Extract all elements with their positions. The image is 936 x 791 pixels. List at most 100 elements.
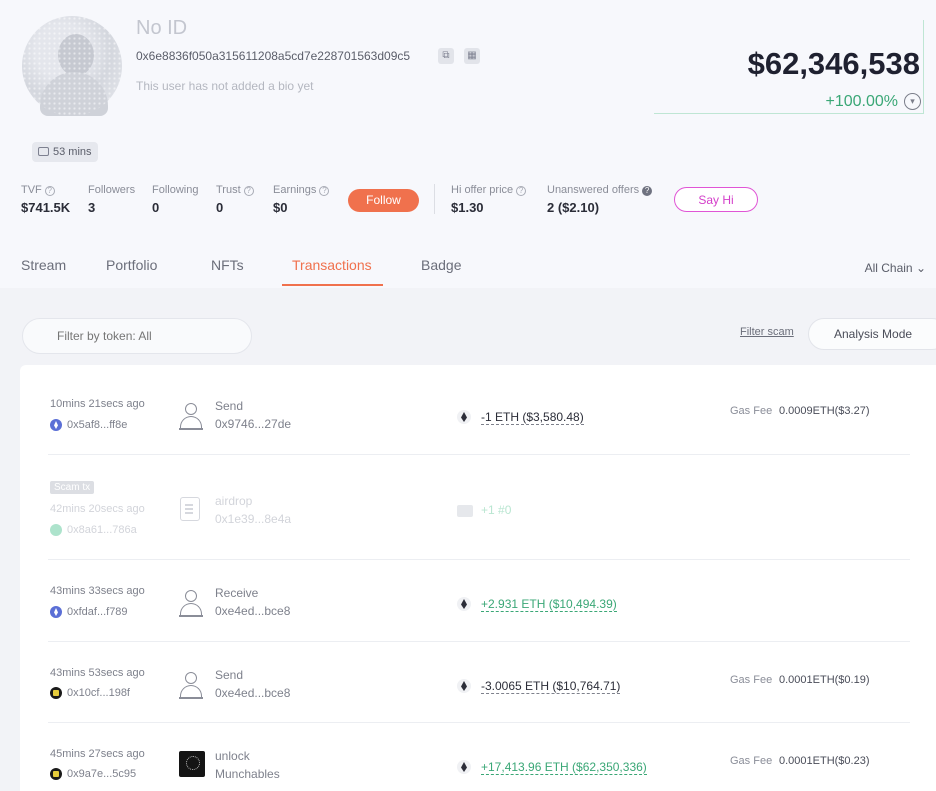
tx-counterparty[interactable]: 0x1e39...8e4a [215, 512, 291, 526]
filter-scam-link[interactable]: Filter scam [740, 326, 794, 338]
tx-hash-link[interactable]: 0x8a61...786a [67, 524, 137, 536]
stat-tvf-value: $741.5K [21, 200, 71, 215]
transaction-row[interactable]: 43mins 53secs ago 0x10cf...198f Send 0xe… [20, 642, 910, 723]
profile-name: No ID [136, 17, 188, 39]
tx-time: 45mins 27secs ago [50, 748, 145, 760]
divider [434, 184, 435, 214]
tab-nfts[interactable]: NFTs [211, 257, 244, 273]
tx-amount[interactable]: +2.931 ETH ($10,494.39) [481, 597, 617, 612]
chain-filter-dropdown[interactable]: All Chain ⌄ [865, 261, 926, 275]
tx-action: Receive [215, 586, 259, 600]
profile-bio: This user has not added a bio yet [136, 79, 314, 93]
gas-fee-label: Gas Fee [730, 755, 773, 767]
blast-chain-icon [50, 687, 62, 699]
stat-trust-label: Trust [216, 184, 241, 196]
transaction-row[interactable]: 45mins 27secs ago 0x9a7e...5c95 unlock M… [20, 723, 910, 791]
gas-fee-value: 0.0001ETH($0.23) [779, 755, 870, 767]
tx-action: Send [215, 399, 244, 413]
calendar-icon [38, 147, 49, 156]
copy-icon[interactable]: ⧉ [438, 48, 454, 64]
blast-chain-icon [50, 768, 62, 780]
user-icon [179, 403, 203, 430]
avatar [22, 16, 122, 116]
chain-icon [50, 524, 62, 536]
transaction-row[interactable]: 10mins 21secs ago 0x5af8...ff8e Send 0x9… [20, 365, 910, 455]
tx-counterparty[interactable]: 0xe4ed...bce8 [215, 604, 290, 618]
tx-counterparty[interactable]: Munchables [215, 767, 280, 781]
tx-amount[interactable]: -3.0065 ETH ($10,764.71) [481, 679, 621, 694]
tx-hash-link[interactable]: 0x9a7e...5c95 [67, 768, 136, 780]
tx-amount[interactable]: -1 ETH ($3,580.48) [481, 410, 584, 425]
tx-counterparty[interactable]: 0x9746...27de [215, 417, 291, 431]
stat-followers[interactable]: Followers 3 [88, 184, 135, 215]
gas-fee-value: 0.0009ETH($3.27) [779, 405, 870, 417]
chevron-down-icon[interactable]: ▾ [904, 93, 921, 110]
tx-time: 42mins 20secs ago [50, 503, 145, 515]
help-icon[interactable]: ? [44, 186, 55, 196]
stat-following-value: 0 [152, 200, 160, 215]
tx-amount[interactable]: +1 #0 [481, 503, 511, 517]
ethereum-icon [50, 419, 62, 431]
eth-token-icon [457, 410, 471, 424]
tx-time: 43mins 33secs ago [50, 585, 145, 597]
eth-token-icon [457, 597, 471, 611]
analysis-mode-button[interactable]: Analysis Mode [808, 318, 936, 350]
net-worth-change: +100.00% [825, 93, 898, 110]
stat-unanswered-offers: Unanswered offers? 2 ($2.10) [547, 184, 653, 215]
stat-following-label: Following [152, 184, 199, 196]
stat-earnings-value: $0 [273, 200, 288, 215]
chevron-down-icon: ⌄ [915, 261, 926, 275]
tx-hash-link[interactable]: 0x10cf...198f [67, 687, 130, 699]
tx-hash-link[interactable]: 0xfdaf...f789 [67, 606, 128, 618]
help-icon[interactable]: ? [243, 186, 254, 196]
last-active-text: 53 mins [53, 146, 92, 158]
nft-token-icon [457, 505, 473, 517]
tx-counterparty[interactable]: 0xe4ed...bce8 [215, 686, 290, 700]
qr-code-icon[interactable]: ▦ [464, 48, 480, 64]
tab-transactions[interactable]: Transactions [292, 257, 372, 273]
eth-token-icon [457, 760, 471, 774]
tx-action: airdrop [215, 494, 253, 508]
stat-followers-value: 3 [88, 200, 96, 215]
stat-following[interactable]: Following 0 [152, 184, 198, 215]
stat-earnings: Earnings? $0 [273, 184, 330, 215]
tx-amount[interactable]: +17,413.96 ETH ($62,350,336) [481, 760, 647, 775]
contract-icon [180, 497, 200, 521]
tx-action: unlock [215, 749, 250, 763]
gas-fee-label: Gas Fee [730, 674, 773, 686]
tx-hash-link[interactable]: 0x5af8...ff8e [67, 419, 127, 431]
user-icon [179, 672, 203, 699]
gas-fee-label: Gas Fee [730, 405, 773, 417]
follow-button[interactable]: Follow [348, 189, 419, 212]
transactions-list: 10mins 21secs ago 0x5af8...ff8e Send 0x9… [20, 365, 936, 791]
munchables-logo-icon [179, 751, 205, 777]
transaction-row[interactable]: 43mins 33secs ago 0xfdaf...f789 Receive … [20, 560, 910, 642]
stat-trust-value: 0 [216, 200, 224, 215]
eth-token-icon [457, 679, 471, 693]
help-icon[interactable]: ? [642, 186, 653, 196]
active-tab-indicator [282, 284, 383, 286]
tab-badge[interactable]: Badge [421, 257, 461, 273]
profile-header: No ID 0x6e8836f050a315611208a5cd7e228701… [0, 0, 936, 288]
stat-unanswered-label: Unanswered offers [547, 184, 640, 196]
stat-followers-label: Followers [88, 184, 136, 196]
tab-portfolio[interactable]: Portfolio [106, 257, 157, 273]
net-worth-value: $62,346,538 [747, 46, 920, 81]
say-hi-button[interactable]: Say Hi [674, 187, 758, 212]
tx-time: 10mins 21secs ago [50, 398, 145, 410]
token-filter-input[interactable] [22, 318, 252, 354]
ethereum-icon [50, 606, 62, 618]
stat-hi-offer-label: Hi offer price [451, 184, 514, 196]
help-icon[interactable]: ? [516, 186, 527, 196]
user-icon [179, 590, 203, 617]
help-icon[interactable]: ? [319, 186, 330, 196]
stat-hi-offer-value: $1.30 [451, 200, 484, 215]
stat-unanswered-value: 2 ($2.10) [547, 200, 600, 215]
stat-tvf-label: TVF [21, 184, 42, 196]
transaction-row[interactable]: Scam tx 42mins 20secs ago 0x8a61...786a … [20, 455, 910, 560]
stat-hi-offer: Hi offer price? $1.30 [451, 184, 527, 215]
tab-stream[interactable]: Stream [21, 257, 66, 273]
tx-action: Send [215, 668, 244, 682]
last-active-chip: 53 mins [32, 142, 98, 162]
stat-trust: Trust? 0 [216, 184, 254, 215]
